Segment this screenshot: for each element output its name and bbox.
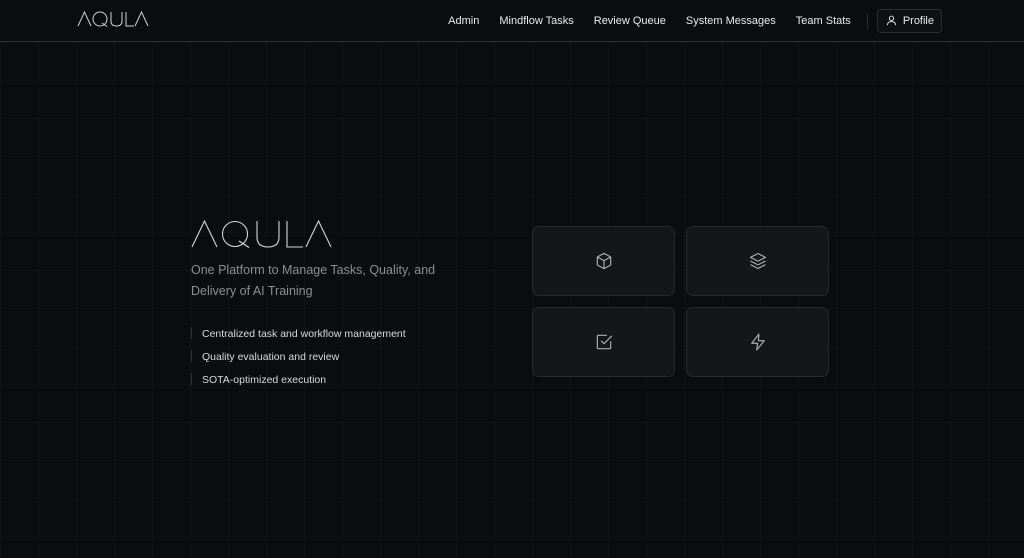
- profile-button[interactable]: Profile: [876, 8, 942, 33]
- aqula-hero-logo: [191, 220, 332, 248]
- cube-card[interactable]: [532, 226, 675, 296]
- hero-tagline: One Platform to Manage Tasks, Quality, a…: [191, 263, 436, 298]
- feature-list: Centralized task and workflow management…: [191, 322, 451, 391]
- layers-card[interactable]: [686, 226, 829, 296]
- feature-card-grid: [532, 226, 829, 378]
- nav-mindflow-tasks[interactable]: Mindflow Tasks: [499, 15, 573, 27]
- nav-admin[interactable]: Admin: [448, 15, 479, 27]
- feature-item: SOTA-optimized execution: [191, 368, 451, 391]
- nav-divider: [866, 12, 868, 29]
- layers-icon: [749, 252, 766, 270]
- landing-page: Admin Mindflow Tasks Review Queue System…: [0, 0, 1024, 558]
- nav-review-queue[interactable]: Review Queue: [594, 15, 666, 27]
- nav-system-messages[interactable]: System Messages: [686, 15, 776, 27]
- aqula-logo[interactable]: [77, 11, 149, 27]
- lightning-card[interactable]: [686, 307, 829, 377]
- profile-label: Profile: [902, 14, 934, 27]
- checkbox-card[interactable]: [532, 307, 675, 377]
- cube-icon: [596, 252, 611, 270]
- checkbox-icon: [596, 334, 612, 350]
- user-icon: [886, 15, 896, 26]
- main-nav: Admin Mindflow Tasks Review Queue System…: [448, 0, 1024, 41]
- top-navbar: Admin Mindflow Tasks Review Queue System…: [0, 0, 1024, 42]
- lightning-icon: [750, 333, 765, 351]
- nav-team-stats[interactable]: Team Stats: [796, 15, 851, 27]
- feature-item: Centralized task and workflow management: [191, 322, 451, 345]
- feature-item: Quality evaluation and review: [191, 345, 451, 368]
